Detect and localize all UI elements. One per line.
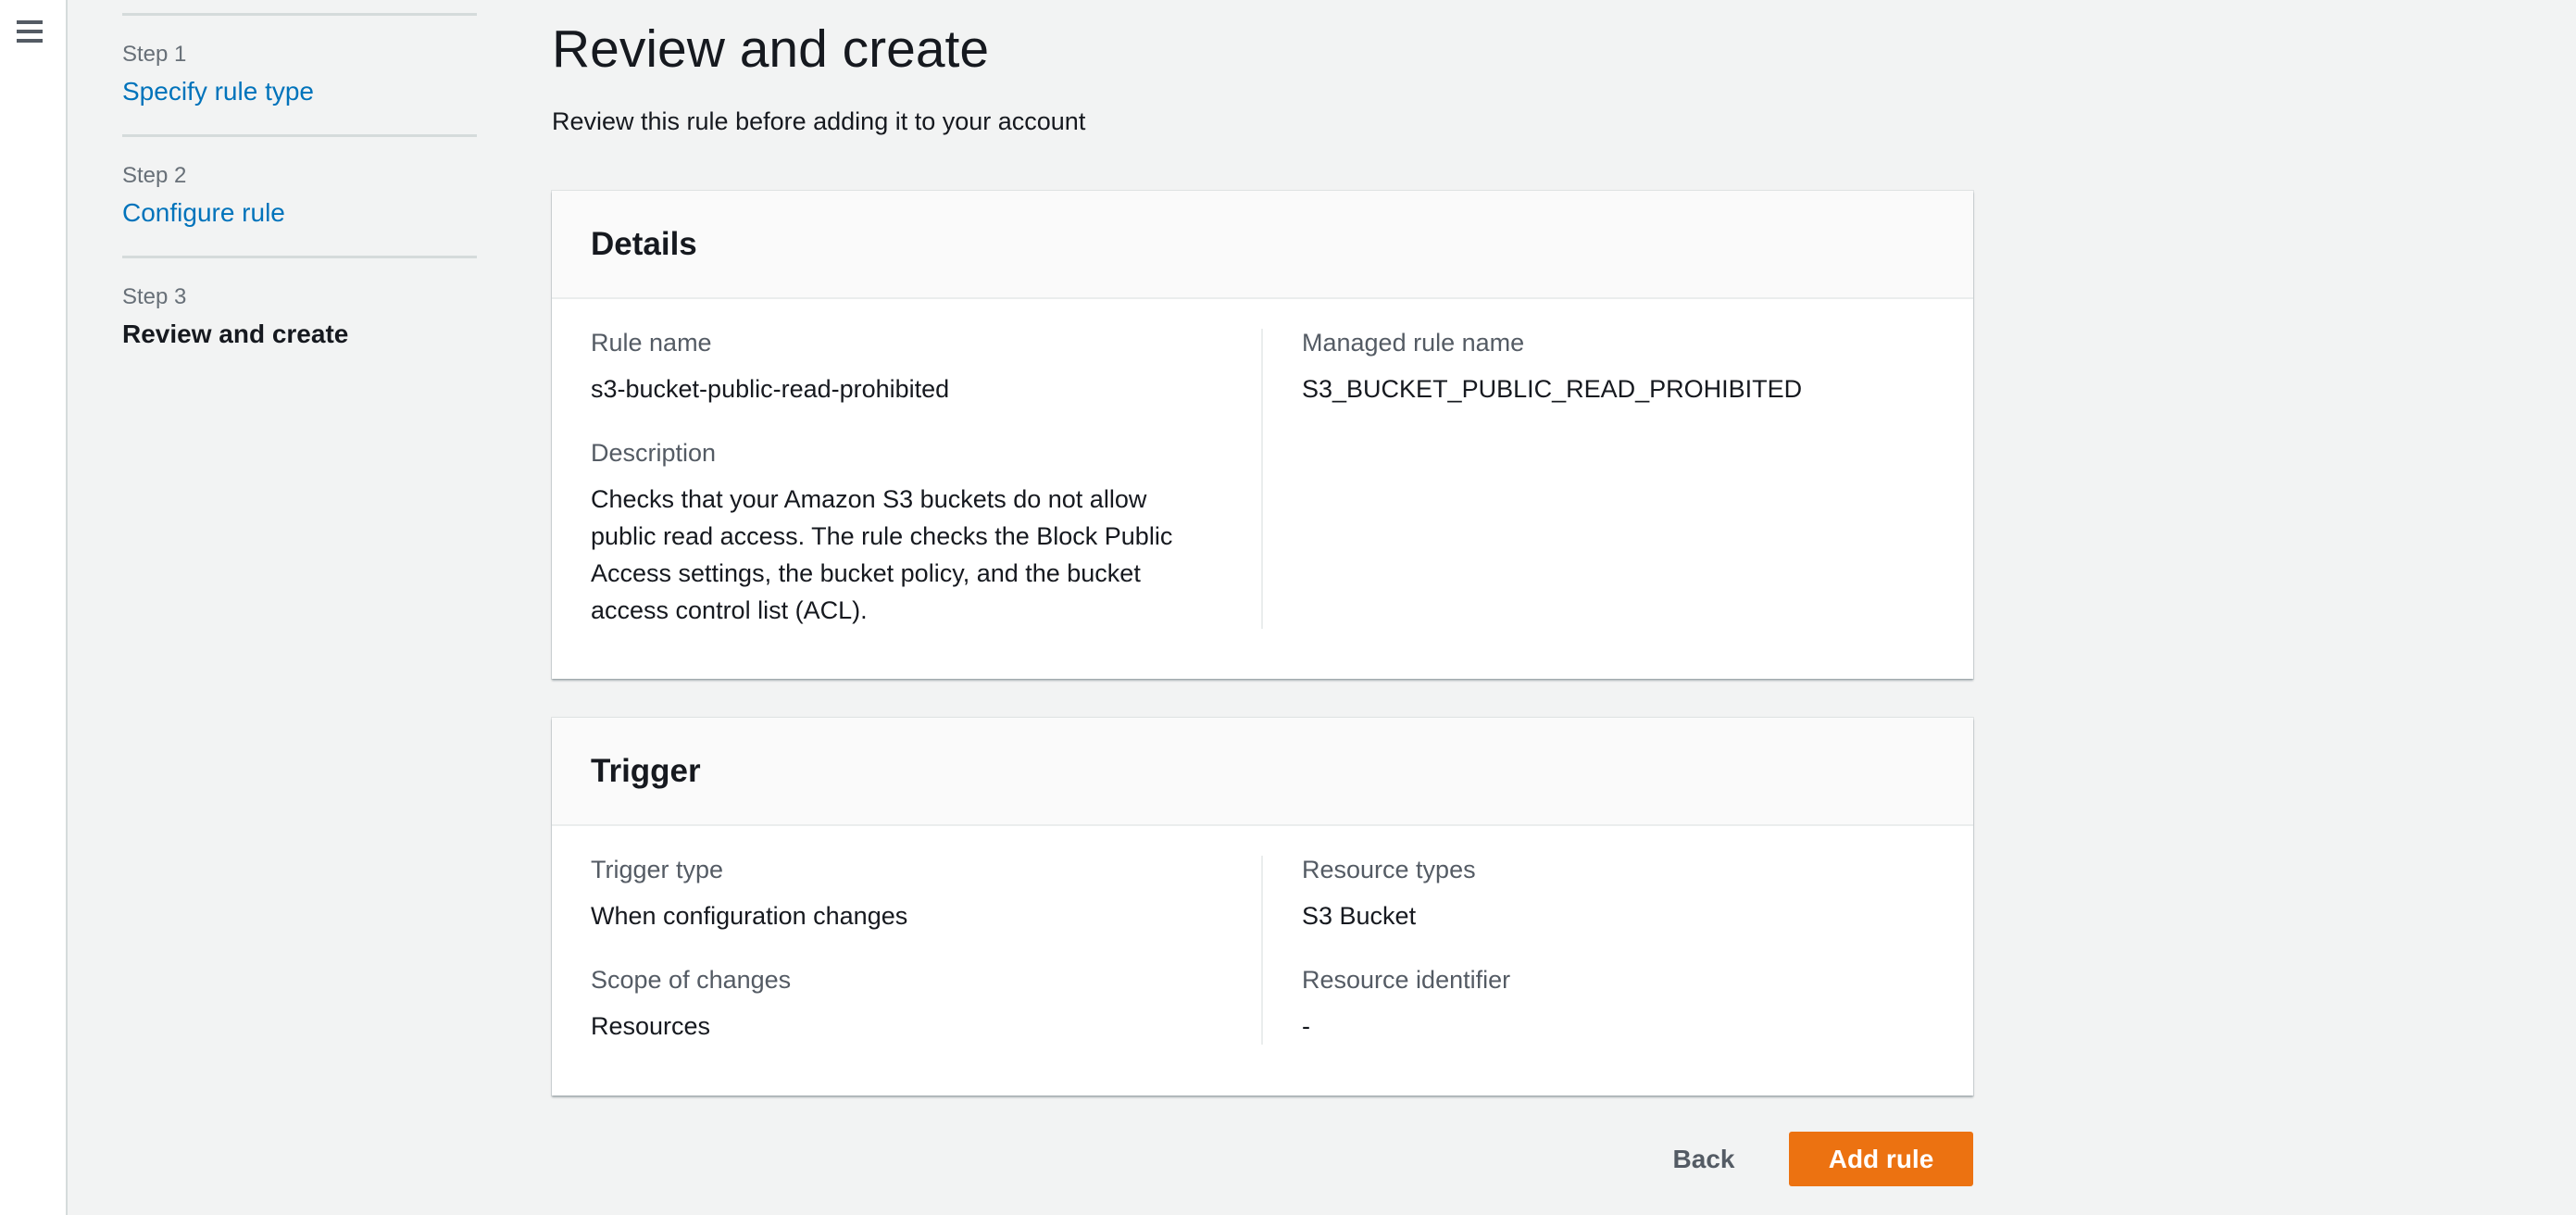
resource-identifier-value: - (1302, 1012, 1310, 1040)
scope-value: Resources (591, 1012, 711, 1040)
step-2: Step 2 Configure rule (122, 134, 477, 256)
step-current-review-and-create: Review and create (122, 319, 349, 348)
trigger-type-label: Trigger type (591, 856, 724, 883)
description-value: Checks that your Amazon S3 buckets do no… (591, 485, 1173, 624)
details-header: Details (552, 191, 1973, 299)
step-link-configure-rule[interactable]: Configure rule (122, 198, 477, 228)
rule-name-label: Rule name (591, 329, 712, 357)
rule-name-value: s3-bucket-public-read-prohibited (591, 375, 950, 403)
scope-label: Scope of changes (591, 966, 792, 994)
resource-types-value: S3 Bucket (1302, 902, 1417, 930)
managed-rule-name-value: S3_BUCKET_PUBLIC_READ_PROHIBITED (1302, 375, 1803, 403)
trigger-type-value: When configuration changes (591, 902, 908, 930)
side-rail (0, 0, 68, 1215)
trigger-header: Trigger (552, 718, 1973, 826)
add-rule-button[interactable]: Add rule (1789, 1132, 1973, 1186)
step-link-specify-rule-type[interactable]: Specify rule type (122, 77, 477, 106)
step-number: Step 3 (122, 284, 187, 309)
description-label: Description (591, 439, 717, 467)
hamburger-menu-icon[interactable] (17, 20, 43, 44)
step-3: Step 3 Review and create (122, 256, 477, 377)
back-button[interactable]: Back (1648, 1132, 1759, 1186)
details-card: Details Rule name s3-bucket-public-read-… (552, 191, 1973, 679)
wizard-steps: Step 1 Specify rule type Step 2 Configur… (122, 13, 477, 377)
trigger-card: Trigger Trigger type When configuration … (552, 718, 1973, 1096)
managed-rule-name-label: Managed rule name (1302, 329, 1525, 357)
step-number: Step 1 (122, 42, 187, 67)
page-title: Review and create (552, 19, 990, 79)
step-1: Step 1 Specify rule type (122, 13, 477, 134)
resource-types-label: Resource types (1302, 856, 1476, 883)
step-number: Step 2 (122, 163, 187, 188)
page-subtitle: Review this rule before adding it to you… (552, 107, 1086, 135)
resource-identifier-label: Resource identifier (1302, 966, 1511, 994)
